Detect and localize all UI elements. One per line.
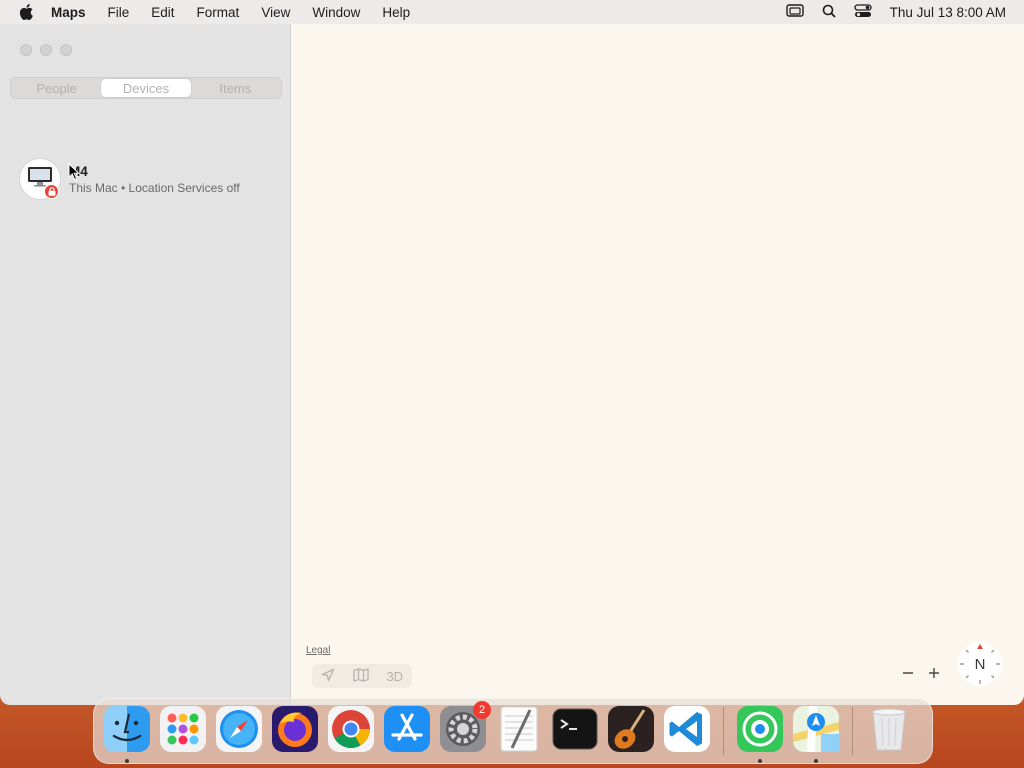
sidebar-segmented-control: People Devices Items	[10, 77, 282, 99]
dock-chrome[interactable]	[325, 705, 377, 757]
terminal-icon	[550, 704, 600, 759]
zoom-out-icon[interactable]	[901, 664, 915, 685]
spotlight-search-icon[interactable]	[822, 4, 836, 21]
map-mode-controls: 3D	[312, 664, 412, 688]
zoom-button[interactable]	[60, 44, 72, 56]
menu-format[interactable]: Format	[197, 5, 240, 20]
map-view[interactable]: Legal 3D N	[291, 24, 1024, 705]
menu-window[interactable]: Window	[312, 5, 360, 20]
zoom-in-icon[interactable]	[927, 664, 941, 685]
running-indicator	[758, 759, 762, 763]
tab-items[interactable]: Items	[191, 79, 280, 97]
window-controls	[20, 44, 72, 56]
control-center-icon[interactable]	[854, 3, 872, 21]
menu-view[interactable]: View	[261, 5, 290, 20]
screen-mirroring-icon[interactable]	[785, 3, 804, 21]
dock: 2	[93, 698, 933, 764]
running-indicator	[814, 759, 818, 763]
mouse-pointer-icon	[68, 162, 80, 186]
menu-help[interactable]: Help	[382, 5, 410, 20]
firefox-icon	[270, 704, 320, 759]
apple-icon[interactable]	[17, 2, 37, 22]
notification-badge: 2	[473, 701, 491, 719]
launchpad-icon	[158, 704, 208, 759]
dock-safari[interactable]	[213, 705, 265, 757]
sidebar: People Devices Items M4 This Mac • Locat…	[0, 24, 291, 705]
compass-north-label: N	[974, 655, 986, 673]
tab-people[interactable]: People	[12, 79, 101, 97]
map-icon[interactable]	[353, 667, 369, 685]
location-arrow-icon[interactable]	[321, 668, 335, 685]
running-indicator	[125, 759, 129, 763]
zoom-controls	[901, 664, 941, 685]
minimize-button[interactable]	[40, 44, 52, 56]
menu-app-name[interactable]: Maps	[51, 5, 86, 20]
vscode-icon	[662, 704, 712, 759]
dock-terminal[interactable]	[549, 705, 601, 757]
menu-file[interactable]: File	[108, 5, 130, 20]
menu-edit[interactable]: Edit	[151, 5, 174, 20]
tab-devices[interactable]: Devices	[101, 79, 191, 97]
3d-toggle-button[interactable]: 3D	[386, 669, 403, 684]
dock-find-my[interactable]	[734, 704, 786, 763]
dock-trash[interactable]	[863, 705, 915, 757]
dock-app-store[interactable]	[381, 705, 433, 757]
menubar-clock[interactable]: Thu Jul 13 8:00 AM	[890, 5, 1006, 20]
dock-vscode[interactable]	[661, 705, 713, 757]
find-my-icon	[735, 704, 785, 759]
dock-maps[interactable]	[790, 704, 842, 763]
device-list-item[interactable]: M4 This Mac • Location Services off	[19, 158, 279, 202]
close-button[interactable]	[20, 44, 32, 56]
menu-bar: Maps File Edit Format View Window Help T…	[0, 0, 1024, 24]
dock-finder[interactable]	[101, 704, 153, 763]
compass-button[interactable]: N	[958, 642, 1002, 686]
legal-link[interactable]: Legal	[306, 645, 330, 656]
finder-icon	[102, 704, 152, 759]
safari-icon	[214, 704, 264, 759]
app-store-icon	[382, 704, 432, 759]
trash-icon	[864, 704, 914, 759]
maps-icon	[791, 704, 841, 759]
dock-textedit[interactable]	[493, 705, 545, 757]
chrome-icon	[326, 704, 376, 759]
dock-separator	[852, 707, 853, 755]
device-status: This Mac • Location Services off	[69, 181, 240, 195]
find-my-window: People Devices Items M4 This Mac • Locat…	[0, 24, 1024, 705]
dock-garageband[interactable]	[605, 705, 657, 757]
dock-system-settings[interactable]: 2	[437, 701, 491, 757]
dock-launchpad[interactable]	[157, 705, 209, 757]
guitar-icon	[606, 704, 656, 759]
dock-firefox[interactable]	[269, 705, 321, 757]
textedit-icon	[494, 704, 544, 759]
lock-icon	[44, 184, 59, 199]
dock-separator	[723, 707, 724, 755]
